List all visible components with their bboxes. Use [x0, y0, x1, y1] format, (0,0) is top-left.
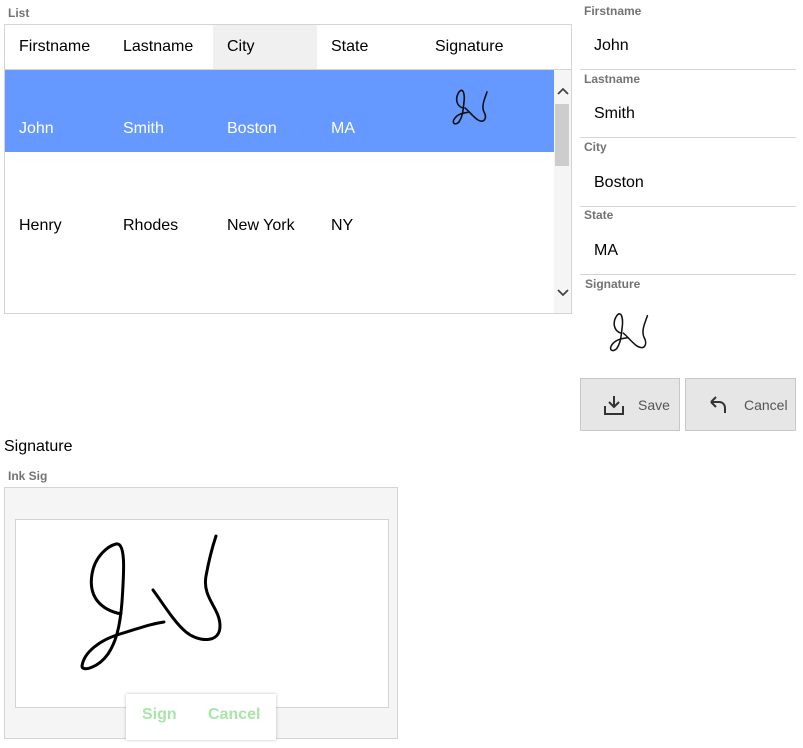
column-header-lastname[interactable]: Lastname: [109, 25, 213, 69]
lastname-label: Lastname: [584, 72, 641, 86]
firstname-value[interactable]: John: [594, 37, 629, 55]
column-header-city[interactable]: City: [213, 25, 317, 69]
vertical-scrollbar[interactable]: [554, 70, 571, 313]
download-icon: [602, 393, 626, 417]
cell-firstname: Henry: [19, 217, 62, 234]
sign-button[interactable]: Sign: [142, 706, 177, 724]
ink-cancel-button[interactable]: Cancel: [208, 706, 260, 724]
grid-header: Firstname Lastname City State Signature: [5, 25, 571, 70]
cell-city: Boston: [227, 120, 277, 137]
signature-ink-drawing: [80, 534, 222, 671]
cancel-label: Cancel: [744, 396, 788, 413]
ink-toolbar: Sign Cancel: [126, 694, 276, 740]
state-field[interactable]: State MA: [580, 208, 796, 275]
ink-signature-panel: Sign Cancel: [4, 487, 398, 740]
save-label: Save: [638, 396, 670, 413]
chevron-up-icon[interactable]: [554, 82, 571, 99]
lastname-field[interactable]: Lastname Smith: [580, 72, 796, 138]
signature-preview: [609, 313, 649, 352]
cell-lastname: Rhodes: [123, 217, 179, 234]
signature-field[interactable]: Signature: [580, 277, 796, 367]
save-button[interactable]: Save: [580, 378, 680, 431]
signature-label: Signature: [585, 277, 641, 291]
column-header-firstname[interactable]: Firstname: [5, 25, 109, 69]
lastname-value[interactable]: Smith: [594, 105, 635, 123]
state-label: State: [584, 208, 614, 222]
cell-firstname: John: [19, 120, 54, 137]
column-header-signature[interactable]: Signature: [421, 25, 571, 69]
ink-sig-label: Ink Sig: [8, 469, 48, 483]
state-value[interactable]: MA: [594, 242, 618, 260]
table-row[interactable]: John Smith Boston MA: [5, 70, 554, 152]
scrollbar-thumb[interactable]: [555, 104, 569, 166]
cell-lastname: Smith: [123, 120, 164, 137]
list-grid: Firstname Lastname City State Signature …: [4, 24, 572, 314]
firstname-label: Firstname: [584, 4, 642, 18]
city-field[interactable]: City Boston: [580, 140, 796, 207]
cell-state: MA: [331, 120, 355, 137]
cell-state: NY: [331, 217, 354, 234]
column-header-state[interactable]: State: [317, 25, 421, 69]
ink-canvas[interactable]: [15, 519, 389, 708]
cell-city: New York: [227, 217, 295, 234]
city-value[interactable]: Boston: [594, 174, 644, 192]
undo-arrow-icon: [706, 393, 730, 417]
chevron-down-icon[interactable]: [554, 284, 571, 301]
grid-body: John Smith Boston MA Henry Rhodes New Yo…: [5, 70, 554, 313]
signature-section-title: Signature: [4, 438, 73, 455]
cancel-button[interactable]: Cancel: [685, 378, 796, 431]
firstname-field[interactable]: Firstname John: [580, 4, 796, 70]
table-row[interactable]: Henry Rhodes New York NY: [5, 152, 554, 302]
list-label: List: [8, 6, 30, 20]
city-label: City: [584, 140, 607, 154]
signature-thumbnail: [452, 89, 488, 125]
